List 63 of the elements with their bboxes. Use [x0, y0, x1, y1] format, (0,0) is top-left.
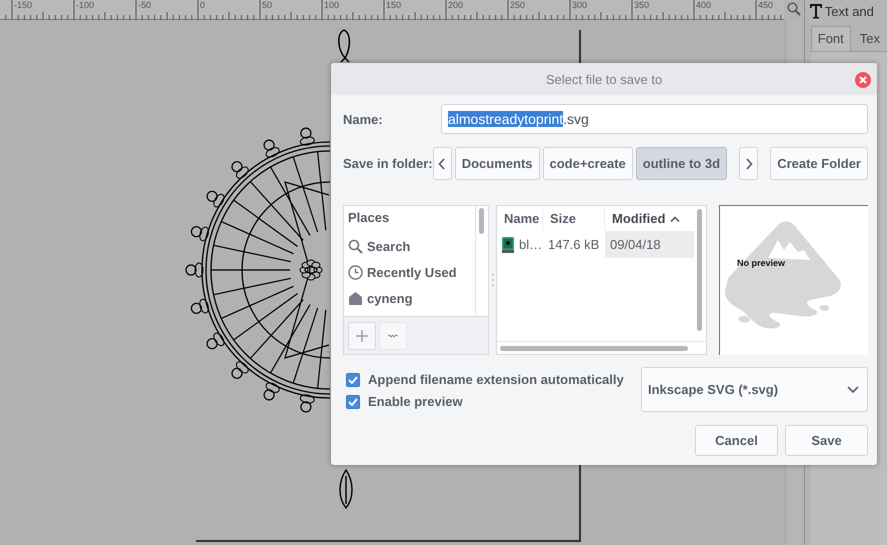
file-icon [502, 236, 514, 252]
checkbox[interactable] [346, 372, 360, 386]
text-tool-icon [808, 3, 823, 19]
table-cell: 09/04/18 [604, 231, 694, 258]
create-folder-button[interactable]: Create Folder [770, 147, 868, 180]
ruler-label: 150 [386, 0, 402, 10]
add-place-button[interactable] [348, 322, 376, 350]
panel-tab[interactable]: Tex [852, 26, 887, 51]
ruler-label: 250 [510, 0, 526, 10]
scrollbar-thumb[interactable] [479, 208, 484, 234]
column-header[interactable]: Name [496, 206, 543, 231]
ruler-label: 350 [634, 0, 650, 10]
ruler-label: 300 [572, 0, 588, 10]
chevron-right-icon [744, 158, 753, 170]
place-item[interactable]: Recently Used [348, 259, 476, 285]
preview-message: No preview [736, 258, 785, 268]
path-button[interactable]: code+create [542, 147, 633, 180]
ruler-label: 400 [696, 0, 712, 10]
checkbox-label: Enable preview [368, 394, 463, 409]
panel-title: Text and [824, 4, 874, 18]
save-button[interactable]: Save [785, 425, 868, 456]
ornament-drawing [338, 29, 350, 63]
close-icon[interactable] [855, 72, 871, 88]
place-item[interactable]: cyneng [348, 285, 476, 311]
ruler-label: 0 [200, 0, 206, 10]
table-cell-text: 147.6 kB [546, 236, 600, 254]
dialog-title: Select file to save to [546, 72, 662, 86]
house-icon [348, 290, 363, 306]
file-type-dropdown[interactable]: Inkscape SVG (*.svg) [641, 367, 868, 412]
search-icon [348, 238, 363, 254]
ruler-label: -150 [14, 0, 32, 10]
zoom-icon[interactable] [786, 2, 801, 16]
back-button[interactable] [432, 147, 452, 180]
path-button[interactable]: outline to 3d [636, 147, 728, 180]
panel-tab[interactable]: Font [810, 26, 851, 51]
column-header[interactable]: Size [542, 206, 605, 231]
field-label: Save in folder: [343, 156, 433, 171]
checkbox-label: Append filename extension automatically [368, 372, 624, 387]
ruler-label: -100 [76, 0, 94, 10]
sort-up-icon [670, 216, 680, 222]
scrollbar-thumb[interactable] [696, 209, 702, 331]
file-name-cell[interactable]: bl… [496, 231, 543, 258]
cancel-button[interactable]: Cancel [695, 425, 778, 456]
forward-button[interactable] [739, 147, 758, 180]
places-heading: Places [348, 210, 390, 225]
name-field[interactable]: almostreadytoprint.svg [441, 104, 868, 134]
path-button[interactable]: Documents [454, 147, 540, 180]
ruler-label: -50 [138, 0, 152, 10]
chevron-down-icon [847, 386, 859, 394]
scrollbar-thumb[interactable] [500, 346, 688, 351]
column-header[interactable]: Modified [604, 206, 694, 231]
place-item[interactable]: Search [348, 233, 476, 259]
ruler-label: 200 [448, 0, 464, 10]
ruler-label: 450 [758, 0, 774, 10]
plus-icon [356, 330, 368, 342]
clock-icon [348, 264, 363, 280]
ruler-label: 50 [262, 0, 272, 10]
checkbox[interactable] [346, 394, 360, 408]
field-label: Name: [343, 112, 384, 126]
ruler-label: 100 [324, 0, 340, 10]
minus-icon [388, 334, 398, 338]
chevron-left-icon [438, 158, 446, 170]
ornament-drawing [339, 469, 353, 509]
